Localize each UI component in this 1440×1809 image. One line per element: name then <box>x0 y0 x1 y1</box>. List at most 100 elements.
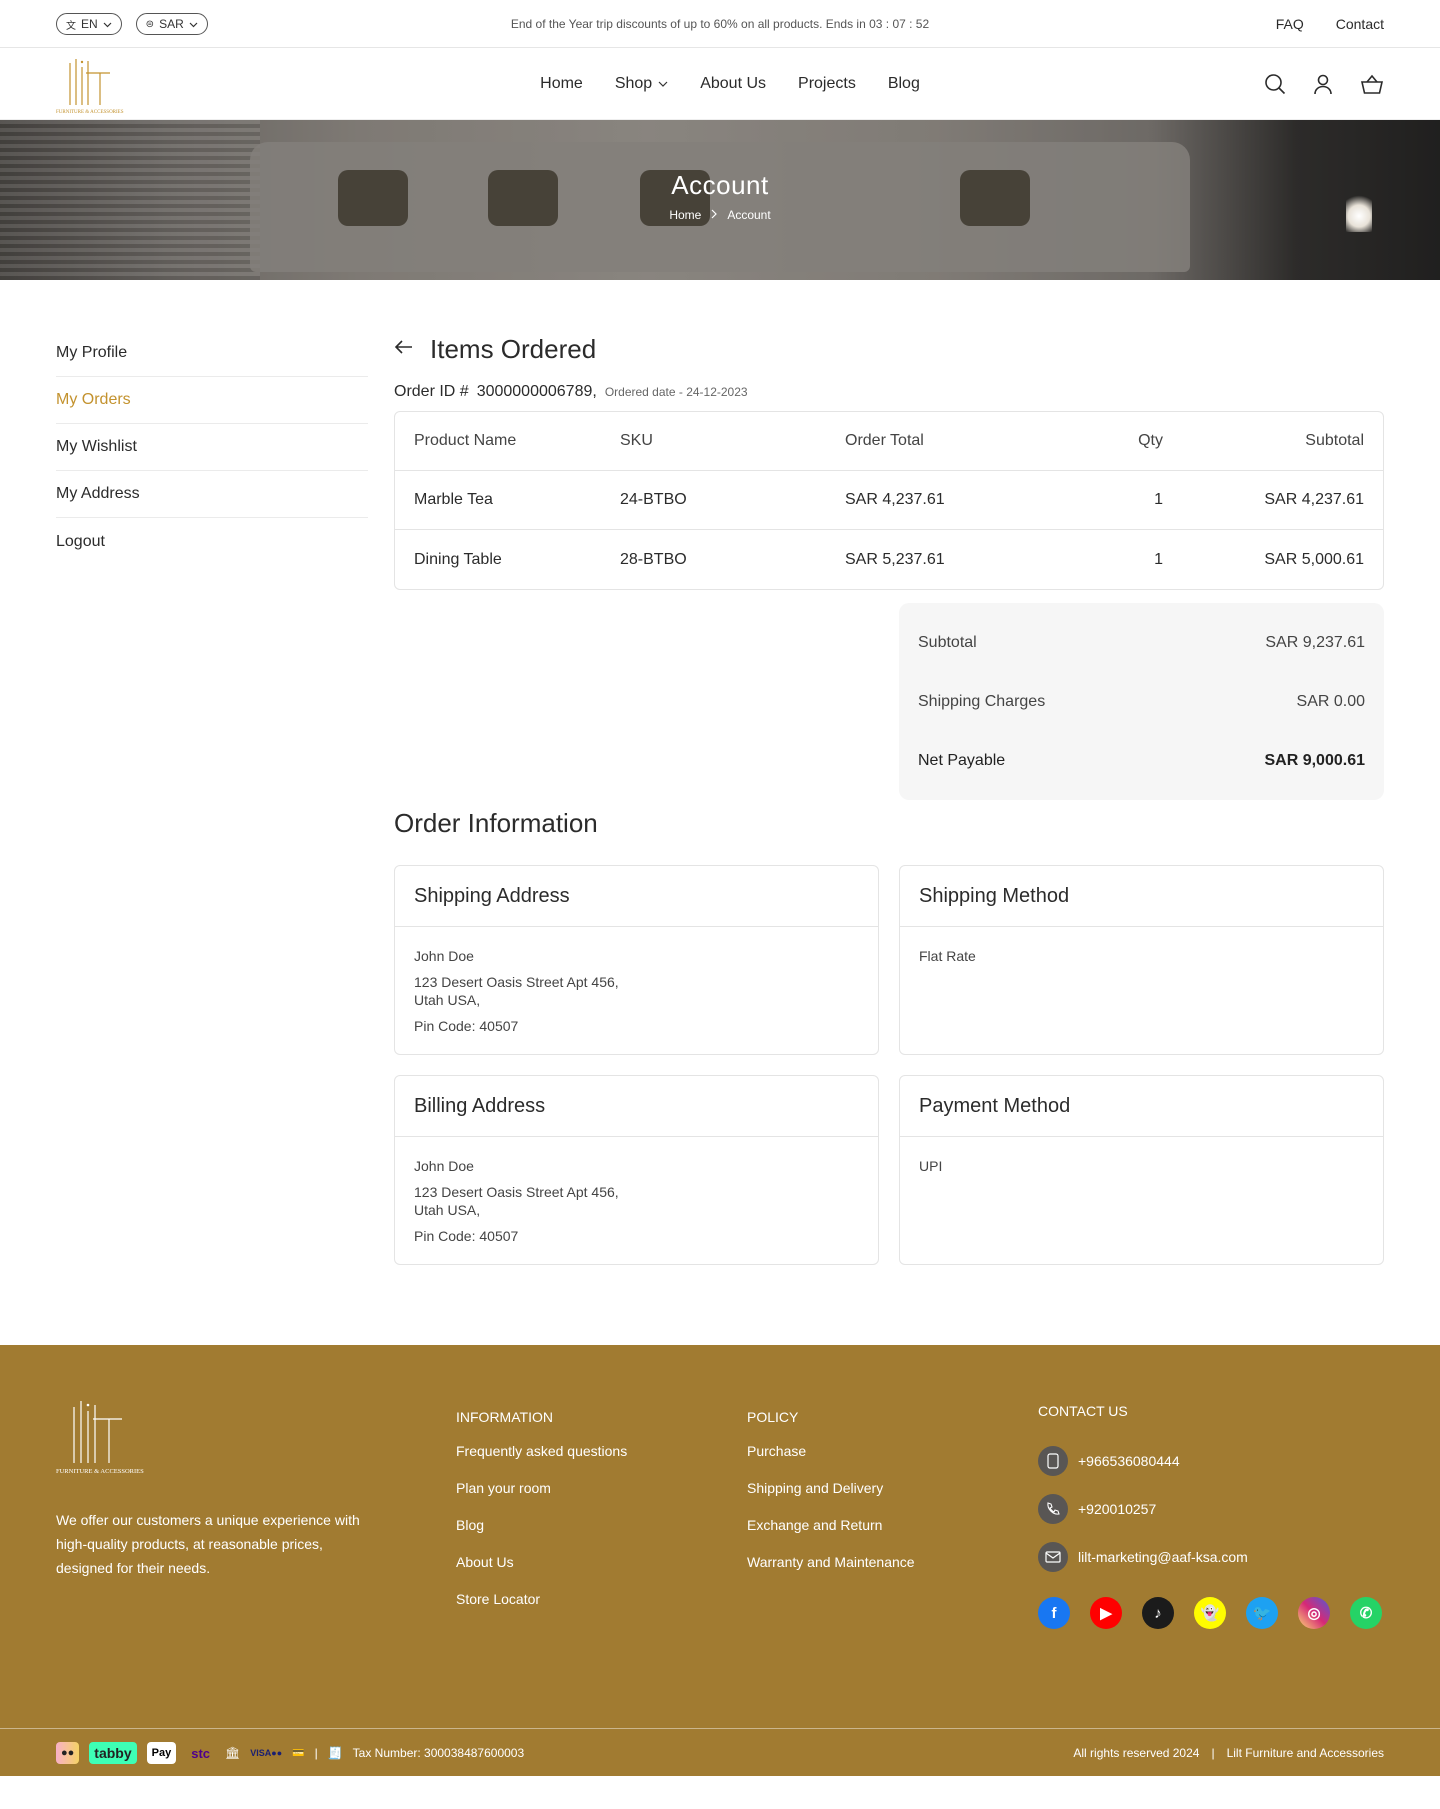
shipping-address-card: Shipping Address John Doe 123 Desert Oas… <box>394 865 879 1055</box>
quantity: 1 <box>1154 550 1163 568</box>
apple-pay-logo: Pay <box>146 1742 177 1764</box>
mobile-icon <box>1038 1446 1068 1476</box>
payment-method-card: Payment Method UPI <box>899 1075 1384 1265</box>
snapchat-icon[interactable]: 👻 <box>1194 1597 1226 1629</box>
footer-link[interactable]: Warranty and Maintenance <box>747 1554 1038 1591</box>
facebook-icon[interactable]: f <box>1038 1597 1070 1629</box>
instagram-icon[interactable]: ◎ <box>1298 1597 1330 1629</box>
language-selector[interactable]: 文 EN <box>56 13 122 35</box>
nav-shop[interactable]: Shop <box>615 75 668 93</box>
brand-logo[interactable]: FURNITURE & ACCESSORIES <box>56 53 136 115</box>
breadcrumb-current: Account <box>727 208 771 222</box>
payment-method-value: UPI <box>919 1158 943 1174</box>
nav-home[interactable]: Home <box>540 75 583 93</box>
address-line: 123 Desert Oasis Street Apt 456, <box>414 1184 619 1200</box>
footer-policy: POLICY Purchase Shipping and Delivery Ex… <box>747 1395 1038 1629</box>
breadcrumb-home[interactable]: Home <box>669 208 701 222</box>
sidebar-item-profile[interactable]: My Profile <box>56 330 368 377</box>
language-value: EN <box>81 17 98 31</box>
row-subtotal: SAR 5,000.61 <box>1264 550 1364 568</box>
phone-number: +920010257 <box>1078 1501 1157 1517</box>
currency-icon: ⊜ <box>145 18 155 30</box>
youtube-icon[interactable]: ▶ <box>1090 1597 1122 1629</box>
svg-text:FURNITURE & ACCESSORIES: FURNITURE & ACCESSORIES <box>56 110 124 115</box>
footer-link[interactable]: Store Locator <box>456 1591 747 1628</box>
footer-link[interactable]: Exchange and Return <box>747 1517 1038 1554</box>
footer-heading: INFORMATION <box>456 1409 553 1425</box>
footer-logo[interactable]: FURNITURE & ACCESSORIES <box>56 1395 456 1482</box>
address-name: John Doe <box>414 1158 474 1174</box>
card-title: Payment Method <box>900 1076 1383 1137</box>
page-banner: Account Home Account <box>0 120 1440 280</box>
user-icon[interactable] <box>1312 73 1334 95</box>
phone-icon <box>1038 1494 1068 1524</box>
divider: | <box>314 1746 318 1760</box>
sidebar-item-orders[interactable]: My Orders <box>56 377 368 424</box>
rights-text: All rights reserved 2024 <box>1073 1746 1200 1760</box>
nav-projects[interactable]: Projects <box>798 75 856 93</box>
order-date: Ordered date - 24-12-2023 <box>604 385 748 399</box>
footer-heading: CONTACT US <box>1038 1403 1128 1419</box>
product-sku: 28-BTBO <box>620 550 687 568</box>
payment-logo-icon: ●● <box>56 1742 80 1764</box>
column-header: SKU <box>620 432 653 449</box>
site-footer: FURNITURE & ACCESSORIES We offer our cus… <box>0 1345 1440 1776</box>
search-icon[interactable] <box>1264 73 1286 95</box>
card-title: Billing Address <box>395 1076 878 1137</box>
footer-link[interactable]: Purchase <box>747 1443 1038 1480</box>
shipping-method-value: Flat Rate <box>919 948 976 964</box>
footer-link[interactable]: Plan your room <box>456 1480 747 1517</box>
contact-phone[interactable]: +920010257 <box>1038 1485 1384 1533</box>
account-main: My Profile My Orders My Wishlist My Addr… <box>0 280 1440 1345</box>
order-total: SAR 5,237.61 <box>845 550 945 568</box>
summary-label: Shipping Charges <box>918 692 1046 710</box>
card-icon: 💳 <box>292 1747 305 1759</box>
order-total: SAR 4,237.61 <box>845 491 945 508</box>
net-payable-value: SAR 9,000.61 <box>1264 751 1365 769</box>
sidebar-item-address[interactable]: My Address <box>56 471 368 518</box>
currency-selector[interactable]: ⊜ SAR <box>135 13 208 35</box>
items-table: Product Name SKU Order Total Qty Subtota… <box>394 411 1384 590</box>
billing-address-card: Billing Address John Doe 123 Desert Oasi… <box>394 1075 879 1265</box>
product-sku: 24-BTBO <box>620 491 687 508</box>
footer-heading: POLICY <box>747 1409 799 1425</box>
summary-value: SAR 9,237.61 <box>1265 633 1365 651</box>
nav-blog[interactable]: Blog <box>888 75 920 93</box>
address-line: 123 Desert Oasis Street Apt 456, <box>414 974 619 990</box>
footer-link[interactable]: Shipping and Delivery <box>747 1480 1038 1517</box>
chevron-down-icon <box>658 81 668 87</box>
breadcrumb: Home Account <box>0 208 1440 222</box>
payment-methods: ●● tabby Pay stc 🏛 VISA●● 💳 | 🧾 Tax Numb… <box>56 1742 524 1764</box>
cart-icon[interactable] <box>1360 73 1384 95</box>
footer-contact: CONTACT US +966536080444 +920010257 lilt… <box>1038 1395 1384 1629</box>
copyright: All rights reserved 2024 | Lilt Furnitur… <box>1073 1746 1384 1760</box>
product-name: Marble Tea <box>414 491 493 508</box>
summary-label: Subtotal <box>918 633 977 651</box>
column-header: Product Name <box>414 432 517 449</box>
visa-mastercard-icon: VISA●● <box>250 1748 283 1758</box>
footer-link[interactable]: About Us <box>456 1554 747 1591</box>
address-pin: Pin Code: 40507 <box>414 1018 519 1034</box>
nav-about[interactable]: About Us <box>700 75 766 93</box>
footer-link[interactable]: Blog <box>456 1517 747 1554</box>
faq-link[interactable]: FAQ <box>1276 16 1304 32</box>
address-line: Utah USA, <box>414 1202 481 1218</box>
whatsapp-icon[interactable]: ✆ <box>1350 1597 1382 1629</box>
summary-label: Net Payable <box>918 751 1006 769</box>
tiktok-icon[interactable]: ♪ <box>1142 1597 1174 1629</box>
translate-icon: 文 <box>66 20 76 32</box>
account-sidebar: My Profile My Orders My Wishlist My Addr… <box>56 330 368 1265</box>
twitter-icon[interactable]: 🐦 <box>1246 1597 1278 1629</box>
sidebar-item-wishlist[interactable]: My Wishlist <box>56 424 368 471</box>
back-arrow-icon[interactable] <box>394 339 414 360</box>
footer-link[interactable]: Frequently asked questions <box>456 1443 747 1480</box>
product-name: Dining Table <box>414 550 502 568</box>
order-information-heading: Order Information <box>394 808 598 838</box>
column-header: Order Total <box>845 432 924 449</box>
email-address: lilt-marketing@aaf-ksa.com <box>1078 1549 1248 1565</box>
contact-email[interactable]: lilt-marketing@aaf-ksa.com <box>1038 1533 1384 1581</box>
contact-link[interactable]: Contact <box>1336 16 1384 32</box>
contact-mobile[interactable]: +966536080444 <box>1038 1437 1384 1485</box>
sidebar-item-logout[interactable]: Logout <box>56 518 368 565</box>
svg-text:FURNITURE & ACCESSORIES: FURNITURE & ACCESSORIES <box>56 1468 144 1475</box>
